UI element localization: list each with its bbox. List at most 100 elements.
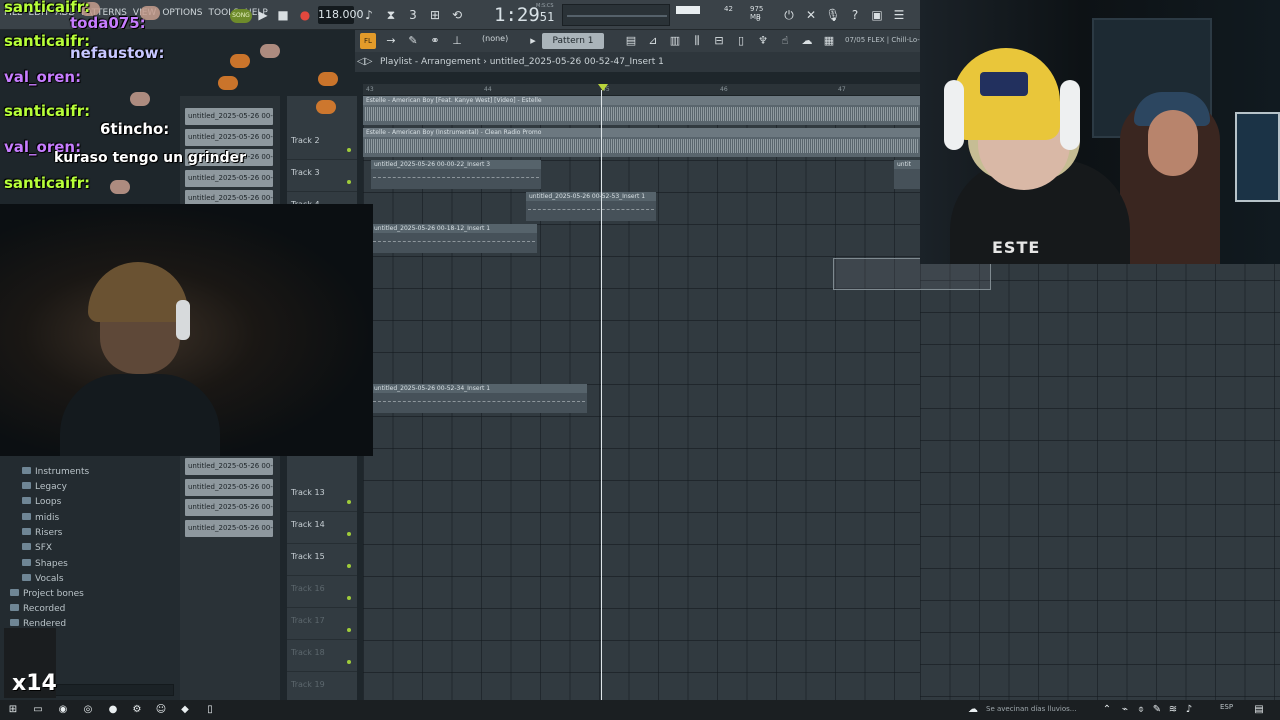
track-active-led[interactable] [347, 596, 351, 600]
menu-patterns[interactable]: PATTERNS [81, 8, 127, 18]
stop-icon[interactable]: ■ [274, 6, 292, 24]
metronome-icon[interactable]: ♪ [360, 6, 378, 24]
obs-icon[interactable]: ◎ [81, 703, 95, 717]
link-icon[interactable]: ⚭ [427, 33, 443, 49]
step-edit-icon[interactable]: ⊞ [426, 6, 444, 24]
track-header[interactable]: Track 18 [287, 640, 357, 672]
channel-button[interactable]: untitled_2025-05-26 00- [185, 149, 273, 167]
loop-record-icon[interactable]: ⟲ [448, 6, 466, 24]
menu-add[interactable]: ADD [55, 8, 75, 18]
channel-button[interactable]: untitled_2025-05-26 00- [185, 458, 273, 476]
browser-folder[interactable]: Legacy [22, 482, 67, 492]
save-icon[interactable]: ▣ [868, 6, 886, 24]
recording-clip[interactable]: untit [894, 160, 920, 189]
channel-button[interactable]: untitled_2025-05-26 00- [185, 108, 273, 125]
playlist-icon[interactable]: ▤ [623, 33, 639, 49]
channel-button[interactable]: untitled_2025-05-26 00- [185, 499, 273, 517]
network-icon[interactable]: ⌁ [1118, 703, 1132, 717]
track-active-led[interactable] [347, 628, 351, 632]
tempo-display[interactable]: 118.000 [318, 6, 364, 24]
audio-clip[interactable]: Estelle - American Boy (Instrumental) - … [363, 128, 920, 157]
notepad-icon[interactable]: ▯ [203, 703, 217, 717]
pencil-icon[interactable]: ✎ [405, 33, 421, 49]
arrow-right-icon[interactable]: → [383, 33, 399, 49]
power-icon[interactable]: ⏻ [780, 6, 798, 24]
fl-studio-taskbar-icon[interactable]: ◆ [178, 703, 192, 717]
menu-options[interactable]: OPTIONS [162, 8, 202, 18]
fl-logo-icon[interactable]: FL [360, 33, 376, 49]
microphone-tray-icon[interactable]: ⌽ [1134, 703, 1148, 717]
track-active-led[interactable] [347, 500, 351, 504]
wait-input-icon[interactable]: ⧗ [382, 6, 400, 24]
recording-clip[interactable]: untitled_2025-05-26 00-52-34_Insert 1 [371, 384, 587, 413]
notifications-icon[interactable]: ▤ [1252, 703, 1266, 717]
browser-root[interactable]: Recorded [10, 604, 65, 614]
channel-rack-icon[interactable]: ▥ [667, 33, 683, 49]
cloud-icon[interactable]: ☁ [799, 33, 815, 49]
channel-button[interactable]: untitled_2025-05-26 00- [185, 128, 273, 146]
song-mode-toggle[interactable]: SONG [230, 9, 252, 23]
discord-icon[interactable]: ☺ [154, 703, 168, 717]
song-position-marker[interactable] [598, 84, 608, 91]
file-icon[interactable]: ▯ [733, 33, 749, 49]
steam-icon[interactable]: ⚙ [130, 703, 144, 717]
browser-root[interactable]: Project bones [10, 589, 84, 599]
track-header[interactable]: Track 3 [287, 160, 357, 192]
playlist-grid[interactable]: Estelle - American Boy [Feat. Kanye West… [363, 96, 920, 700]
volume-icon[interactable]: ♪ [1182, 703, 1196, 717]
track-header[interactable]: Track 15 [287, 544, 357, 576]
channel-button[interactable]: untitled_2025-05-26 00- [185, 520, 273, 537]
playhead[interactable] [601, 90, 602, 700]
windows-start-icon[interactable]: ⊞ [6, 703, 20, 717]
browser-folder[interactable]: Loops [22, 497, 61, 507]
file-explorer-icon[interactable]: ▭ [31, 703, 45, 717]
audio-clip[interactable]: Estelle - American Boy [Feat. Kanye West… [363, 96, 920, 125]
mixer-icon[interactable]: ☰ [890, 6, 908, 24]
record-icon[interactable]: ● [296, 6, 314, 24]
track-active-led[interactable] [347, 660, 351, 664]
channel-button[interactable]: untitled_2025-05-26 00- [185, 169, 273, 187]
language-indicator[interactable]: ESP [1220, 703, 1233, 711]
grid-icon[interactable]: ▦ [821, 33, 837, 49]
track-active-led[interactable] [347, 532, 351, 536]
touch-icon[interactable]: ☝ [777, 33, 793, 49]
browser-folder[interactable]: Instruments [22, 467, 89, 477]
track-active-led[interactable] [347, 180, 351, 184]
browser-folder[interactable]: midis [22, 513, 59, 523]
browser-folder[interactable]: Risers [22, 528, 62, 538]
wifi-icon[interactable]: ≋ [1166, 703, 1180, 717]
chrome-icon[interactable]: ◉ [56, 703, 70, 717]
menu-view[interactable]: VIEW [133, 8, 156, 18]
mic-icon[interactable]: 🎙 [824, 6, 842, 24]
play-icon[interactable]: ▶ [254, 6, 272, 24]
plugin-icon[interactable]: ♆ [755, 33, 771, 49]
tray-up-icon[interactable]: ⌃ [1100, 703, 1114, 717]
track-active-led[interactable] [347, 564, 351, 568]
help-icon[interactable]: ? [846, 6, 864, 24]
stamp-icon[interactable]: ⊥ [449, 33, 465, 49]
mixer-view-icon[interactable]: ⫼ [689, 33, 705, 49]
countdown-icon[interactable]: 3 [404, 6, 422, 24]
track-header[interactable]: Track 13 [287, 480, 357, 512]
menu-file[interactable]: FILE [4, 8, 23, 18]
playlist-menu-icon[interactable]: ◁▷ [357, 56, 372, 67]
track-header[interactable]: Track 2 [287, 128, 357, 160]
pattern-arrow-icon[interactable]: ▸ [525, 33, 541, 49]
recording-clip[interactable]: untitled_2025-05-26 00-52-53_Insert 1 [526, 192, 656, 221]
track-active-led[interactable] [347, 148, 351, 152]
playlist-grid-right[interactable] [920, 264, 1280, 700]
pen-tray-icon[interactable]: ✎ [1150, 703, 1164, 717]
pattern-select[interactable]: Pattern 1 [542, 33, 604, 49]
browser-folder[interactable]: Shapes [22, 559, 68, 569]
spotify-icon[interactable]: ● [106, 703, 120, 717]
timeline-ruler[interactable]: 43 44 45 46 47 [363, 84, 920, 96]
browser-folder[interactable]: Vocals [22, 574, 64, 584]
piano-roll-icon[interactable]: ⊿ [645, 33, 661, 49]
snap-select[interactable]: (none) [482, 34, 508, 43]
track-header[interactable]: Track 17 [287, 608, 357, 640]
tools-icon[interactable]: ✕ [802, 6, 820, 24]
recording-clip[interactable]: untitled_2025-05-26 00-18-12_Insert 1 [371, 224, 537, 253]
browser-icon[interactable]: ⊟ [711, 33, 727, 49]
recording-clip[interactable]: untitled_2025-05-26 00-00-22_Insert 3 [371, 160, 541, 189]
channel-button[interactable]: untitled_2025-05-26 00- [185, 478, 273, 496]
